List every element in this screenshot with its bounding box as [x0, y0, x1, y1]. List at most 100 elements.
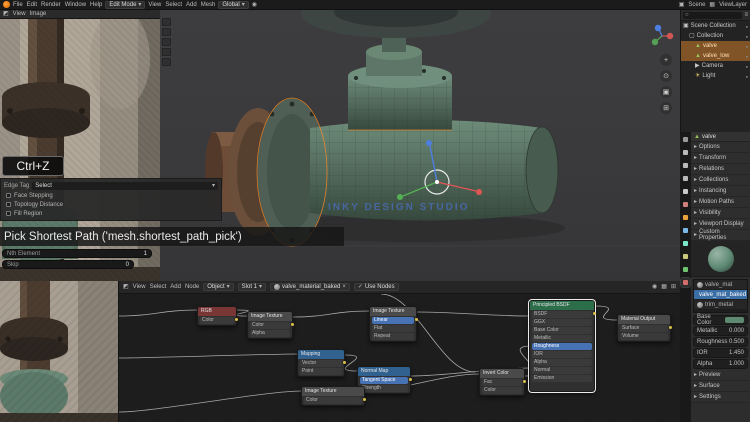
visibility-toggle-icon[interactable]: ●: [746, 24, 748, 29]
node-header[interactable]: Mapping: [298, 350, 344, 359]
visibility-toggle-icon[interactable]: ●: [746, 54, 748, 59]
checkbox-icon[interactable]: [6, 202, 11, 207]
tab-constraints-icon[interactable]: [681, 252, 690, 261]
panel-instancing[interactable]: ▸ Instancing: [691, 186, 750, 197]
visibility-toggle-icon[interactable]: ●: [746, 74, 748, 79]
outliner-row[interactable]: ▣ Scene Collection ●: [681, 21, 750, 31]
node-invert-color[interactable]: Invert Color Fac Color: [479, 368, 526, 396]
tab-physics-icon[interactable]: [681, 239, 690, 248]
outliner-row[interactable]: ☀ Light ●: [681, 71, 750, 81]
node-socket-row[interactable]: Emission: [532, 375, 592, 382]
node-socket-row[interactable]: IOR: [532, 351, 592, 358]
use-nodes-toggle[interactable]: ✓ Use Nodes: [353, 283, 399, 291]
blender-logo-icon[interactable]: [3, 1, 10, 8]
tool-move-icon[interactable]: [162, 38, 171, 46]
panel-relations[interactable]: ▸ Relations: [691, 164, 750, 175]
tab-output-icon[interactable]: [681, 161, 690, 170]
menu-edit[interactable]: Edit: [27, 2, 37, 8]
field-ior[interactable]: IOR 1.450: [693, 348, 748, 358]
material-preview[interactable]: [691, 241, 750, 277]
view-layer-name[interactable]: ViewLayer: [719, 2, 747, 8]
material-slot-dropdown[interactable]: Slot 1 ▾: [237, 283, 267, 291]
zoom-icon[interactable]: +: [660, 54, 672, 66]
tab-tool-icon[interactable]: [681, 135, 690, 144]
panel-transform[interactable]: ▸ Transform: [691, 153, 750, 164]
checkbox-icon[interactable]: [6, 211, 11, 216]
node-mapping[interactable]: Mapping Vector Point: [297, 349, 346, 377]
node-socket-row[interactable]: Base Color: [532, 327, 592, 334]
node-menu-view[interactable]: View: [133, 284, 146, 290]
node-canvas[interactable]: RGB Color Image Texture Color Alpha Mapping Ve…: [119, 294, 681, 422]
node-image-texture[interactable]: Image Texture Linear Flat Repeat: [369, 306, 418, 342]
tool-scale-icon[interactable]: [162, 58, 171, 66]
node-socket-row[interactable]: Linear: [372, 317, 414, 324]
viewport-menu-select[interactable]: Select: [165, 2, 182, 8]
panel-surface[interactable]: ▸ Surface: [691, 381, 750, 392]
visibility-toggle-icon[interactable]: ●: [746, 64, 748, 69]
checkbox-icon[interactable]: [6, 193, 11, 198]
tab-object-icon[interactable]: [681, 213, 690, 222]
valve-bonnet[interactable]: [348, 44, 452, 130]
node-socket-row[interactable]: Alpha: [250, 330, 290, 337]
edge-tag-dropdown[interactable]: Select ▾: [32, 182, 218, 190]
node-socket-row[interactable]: Metallic: [532, 335, 592, 342]
grid-icon[interactable]: ⊞: [671, 284, 676, 290]
node-header[interactable]: Image Texture: [370, 307, 416, 316]
outliner-row[interactable]: ▢ Collection ●: [681, 31, 750, 41]
field-base-color[interactable]: Base Color: [693, 314, 748, 326]
node-socket-row[interactable]: BSDF: [532, 311, 592, 318]
tab-modifiers-icon[interactable]: [681, 226, 690, 235]
breadcrumb-object-name[interactable]: valve: [702, 134, 716, 140]
viewport-menu-mesh[interactable]: Mesh: [201, 2, 216, 8]
field-alpha[interactable]: Alpha 1.000: [693, 359, 748, 369]
node-socket-row[interactable]: Alpha: [532, 359, 592, 366]
node-socket-row[interactable]: Normal: [532, 367, 592, 374]
field-metallic[interactable]: Metallic 0.000: [693, 326, 748, 336]
node-rgb[interactable]: RGB Color: [197, 306, 238, 326]
viewport-menu-view[interactable]: View: [148, 2, 161, 8]
cam-view-icon[interactable]: ▣: [660, 86, 672, 98]
transform-orientation-dropdown[interactable]: Global ▾: [218, 0, 249, 9]
snap-magnet-icon[interactable]: ◉: [252, 2, 257, 8]
image-menu-image[interactable]: Image: [30, 11, 47, 17]
tool-select-icon[interactable]: [162, 18, 171, 26]
grid-icon[interactable]: ⊞: [660, 102, 672, 114]
node-normal-map[interactable]: Normal Map Tangent Space Strength: [357, 366, 412, 394]
tab-material-icon[interactable]: [680, 277, 691, 288]
material-slot-row[interactable]: trim_metal: [694, 300, 747, 310]
node-header[interactable]: Image Texture: [248, 312, 292, 321]
node-header[interactable]: Principled BSDF: [530, 301, 594, 310]
panel-options[interactable]: ▸ Options: [691, 142, 750, 153]
outliner-search-input[interactable]: ○: [683, 11, 743, 19]
visibility-toggle-icon[interactable]: ●: [746, 34, 748, 39]
scene-name[interactable]: Scene: [688, 2, 705, 8]
panel-preview[interactable]: ▸ Preview: [691, 370, 750, 381]
field-roughness[interactable]: Roughness 0.500: [693, 337, 748, 347]
mode-dropdown[interactable]: Edit Mode ▾: [105, 0, 146, 9]
node-socket-row[interactable]: Vector: [300, 360, 342, 367]
tool-rotate-icon[interactable]: [162, 48, 171, 56]
color-swatch[interactable]: [725, 317, 744, 323]
tab-world-icon[interactable]: [681, 200, 690, 209]
panel-motion-paths[interactable]: ▸ Motion Paths: [691, 197, 750, 208]
operator-field-skip[interactable]: Skip 0: [2, 260, 134, 269]
valve-handwheel[interactable]: [301, 10, 491, 52]
node-socket-row[interactable]: Color: [200, 317, 234, 324]
material-datablock[interactable]: valve_material_baked ×: [270, 283, 350, 291]
menu-render[interactable]: Render: [41, 2, 61, 8]
outliner-row[interactable]: ▲ valve ●: [681, 41, 750, 51]
material-slot-row[interactable]: valve_mat: [694, 280, 747, 290]
navigation-gizmo[interactable]: [650, 24, 674, 48]
node-header[interactable]: Material Output: [618, 315, 670, 324]
outliner-row[interactable]: ▶ Camera ●: [681, 61, 750, 71]
option-face-stepping[interactable]: Face Stepping: [4, 191, 218, 200]
option-topology-distance[interactable]: Topology Distance: [4, 200, 218, 209]
node-image-texture[interactable]: Image Texture Color Alpha: [247, 311, 294, 339]
close-icon[interactable]: ×: [342, 284, 346, 290]
node-socket-row[interactable]: Color: [250, 322, 290, 329]
node-socket-row[interactable]: Color: [482, 387, 522, 394]
editor-type-icon[interactable]: ◩: [3, 11, 9, 17]
filter-icon[interactable]: ≡: [744, 12, 748, 18]
tab-render-icon[interactable]: [681, 148, 690, 157]
node-socket-row[interactable]: Tangent Space: [360, 377, 408, 384]
